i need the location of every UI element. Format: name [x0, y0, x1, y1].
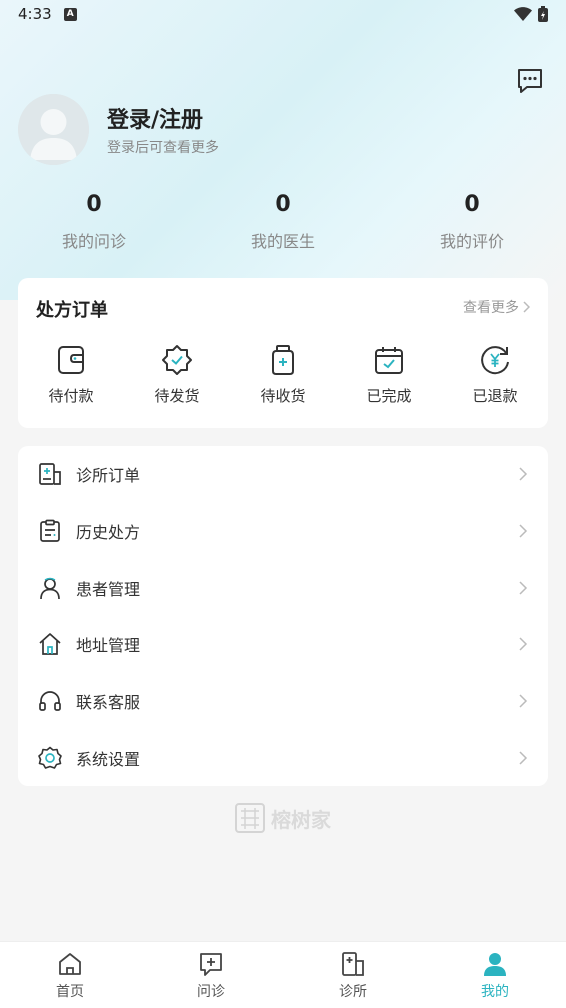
order-label: 待发货: [154, 387, 200, 405]
status-indicator-icon: A: [63, 7, 77, 21]
brand-logo-icon: [235, 803, 265, 833]
clinic-icon: [342, 952, 364, 976]
battery-icon: [538, 6, 548, 22]
chevron-right-icon: [519, 751, 528, 765]
chevron-right-icon: [519, 694, 528, 708]
login-hint: 登录后可查看更多: [107, 140, 219, 156]
tab-label: 首页: [56, 984, 84, 1000]
menu-system-settings[interactable]: 系统设置: [18, 730, 548, 786]
stat-value: 0: [275, 192, 291, 217]
order-label: 待收货: [260, 387, 306, 405]
status-bar: 4:33 A: [0, 0, 566, 28]
menu-clinic-orders[interactable]: 诊所订单: [18, 446, 548, 502]
clipboard-icon: [40, 519, 60, 542]
tab-label: 问诊: [197, 984, 225, 1000]
menu-label: 历史处方: [76, 523, 141, 542]
stats-row: 0 我的问诊 0 我的医生 0 我的评价: [0, 188, 566, 258]
refund-icon: [481, 346, 509, 375]
menu-label: 联系客服: [76, 693, 141, 712]
stat-value: 0: [86, 192, 102, 217]
profile-icon: [484, 953, 506, 976]
order-pending-receipt[interactable]: 待收货: [243, 344, 323, 406]
bottom-tab-bar: 首页 问诊 诊所 我的: [0, 941, 566, 1008]
view-more-label: 查看更多: [463, 300, 519, 316]
home-tab-icon: [59, 953, 81, 975]
stat-reviews[interactable]: 0 我的评价: [402, 188, 542, 252]
order-label: 已完成: [366, 387, 412, 405]
tab-profile[interactable]: 我的: [450, 942, 540, 1008]
tab-consult[interactable]: 问诊: [166, 942, 256, 1008]
menu-label: 地址管理: [76, 636, 141, 655]
chevron-right-icon: [519, 581, 528, 595]
chevron-right-icon: [523, 301, 530, 313]
chevron-right-icon: [519, 467, 528, 481]
menu-prescription-history[interactable]: 历史处方: [18, 503, 548, 559]
prescription-orders-card: 处方订单 查看更多 待付款 待发货 待收货 已完成 已退款: [18, 278, 548, 428]
order-label: 已退款: [472, 387, 518, 405]
medicine-bottle-icon: [272, 345, 294, 375]
tab-home[interactable]: 首页: [25, 942, 115, 1008]
order-pending-shipment[interactable]: 待发货: [137, 344, 217, 406]
chat-bubble-icon[interactable]: [515, 66, 545, 96]
wifi-icon: [514, 7, 532, 21]
badge-check-icon: [162, 345, 192, 375]
brand-watermark: 榕树家: [0, 800, 566, 836]
stat-consultations[interactable]: 0 我的问诊: [24, 188, 164, 252]
menu-address-management[interactable]: 地址管理: [18, 616, 548, 672]
stat-doctors[interactable]: 0 我的医生: [213, 188, 353, 252]
user-icon: [40, 577, 60, 600]
stat-value: 0: [464, 192, 480, 217]
wallet-icon: [58, 346, 84, 374]
tab-clinic[interactable]: 诊所: [308, 942, 398, 1008]
default-avatar-icon: [18, 94, 89, 165]
view-more-link[interactable]: 查看更多: [463, 297, 530, 317]
consult-icon: [200, 953, 222, 976]
gear-icon: [38, 746, 62, 769]
home-icon: [39, 633, 61, 655]
order-completed[interactable]: 已完成: [349, 344, 429, 406]
chevron-right-icon: [519, 524, 528, 538]
brand-name: 榕树家: [271, 807, 331, 832]
orders-title: 处方订单: [36, 300, 108, 321]
menu-card: 诊所订单 历史处方 患者管理 地址管理 联系客服 系统设置: [18, 446, 548, 786]
clinic-order-icon: [39, 463, 61, 485]
tab-label: 诊所: [339, 984, 367, 1000]
calendar-check-icon: [375, 347, 403, 374]
menu-label: 患者管理: [76, 580, 141, 599]
tab-label: 我的: [481, 984, 509, 1000]
avatar[interactable]: [18, 94, 89, 165]
chevron-right-icon: [519, 637, 528, 651]
menu-patient-management[interactable]: 患者管理: [18, 560, 548, 616]
login-register-link[interactable]: 登录/注册: [107, 102, 203, 134]
order-pending-payment[interactable]: 待付款: [31, 344, 111, 406]
stat-label: 我的评价: [439, 232, 504, 251]
headset-icon: [39, 691, 61, 711]
stat-label: 我的问诊: [61, 232, 126, 251]
status-time: 4:33: [18, 5, 52, 23]
menu-label: 诊所订单: [76, 466, 141, 485]
order-refunded[interactable]: 已退款: [455, 344, 535, 406]
menu-customer-service[interactable]: 联系客服: [18, 673, 548, 729]
stat-label: 我的医生: [250, 232, 315, 251]
menu-label: 系统设置: [76, 750, 141, 769]
order-label: 待付款: [48, 387, 94, 405]
